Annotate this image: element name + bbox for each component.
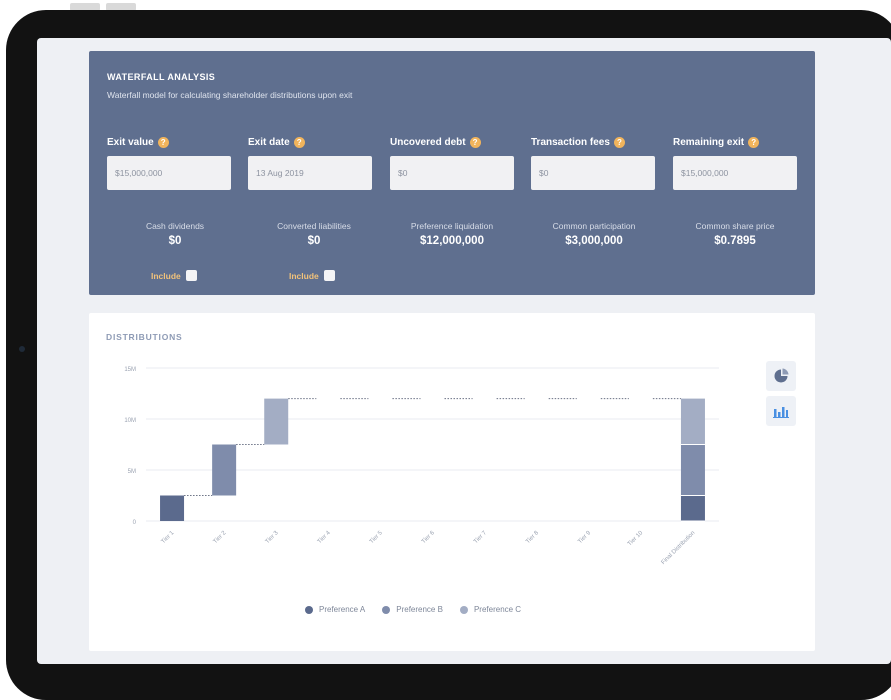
include-cash-dividends-toggle[interactable]: Include (151, 270, 197, 281)
uncovered-debt-field: Uncovered debt? (390, 137, 514, 190)
help-icon[interactable]: ? (613, 137, 625, 148)
legend-item[interactable]: Preference A (305, 605, 365, 614)
help-icon[interactable]: ? (748, 137, 760, 148)
distributions-card: DISTRIBUTIONS 0 5M 10M 15M Tier 1 Tier 2 Tier … (89, 313, 815, 651)
common-participation-stat: Common participation $3,000,000 (524, 221, 664, 247)
x-tick-label: Tier 5 (369, 530, 384, 545)
preference-liquidation-stat: Preference liquidation $12,000,000 (382, 221, 522, 247)
exit-date-field: Exit date? (248, 137, 372, 190)
legend-label: Preference A (319, 605, 366, 614)
legend-label: Preference B (396, 605, 443, 614)
stat-value: $12,000,000 (420, 235, 484, 247)
bar-segment (264, 398, 289, 445)
y-tick-label: 0 (133, 520, 137, 526)
stat-value: $0 (307, 235, 321, 247)
x-tick-label: Tier 6 (421, 530, 436, 545)
field-label: Remaining exit? (673, 137, 797, 148)
converted-liabilities-stat: Converted liabilities $0 (244, 221, 384, 247)
app-screen: WATERFALL ANALYSIS Waterfall model for c… (37, 38, 891, 664)
exit-value-field: Exit value? (107, 137, 231, 190)
help-icon[interactable]: ? (157, 137, 169, 148)
legend-item[interactable]: Preference C (459, 605, 522, 614)
exit-date-input[interactable] (248, 156, 372, 190)
legend-dot (382, 605, 391, 614)
stat-label: Cash dividends (145, 221, 205, 231)
stat-label: Preference liquidation (410, 221, 494, 231)
x-tick-label: Tier 10 (627, 530, 645, 548)
x-tick-label: Final Distribution (661, 530, 697, 566)
stat-label: Common share price (695, 221, 775, 231)
common-share-price-stat: Common share price $0.7895 (665, 221, 805, 247)
distribution-chart: 0 5M 10M 15M Tier 1 Tier 2 Tier 3 Tier 4 Tier 5 T… (124, 367, 719, 566)
card-title: WATERFALL ANALYSIS (107, 72, 216, 82)
stat-label: Converted liabilities (277, 221, 351, 231)
bar-chart-button[interactable] (766, 396, 796, 426)
x-tick-label: Tier 4 (317, 530, 332, 545)
bar-segment (212, 444, 237, 496)
y-tick-label: 10M (124, 418, 136, 424)
transaction-fees-input[interactable] (531, 156, 655, 190)
field-label: Exit value? (107, 137, 231, 148)
include-checkbox[interactable] (323, 270, 335, 281)
card-subtitle: Waterfall model for calculating sharehol… (107, 90, 353, 100)
include-label: Include (151, 270, 181, 281)
cash-dividends-stat: Cash dividends $0 (105, 221, 245, 247)
y-tick-label: 5M (128, 469, 136, 475)
include-checkbox[interactable] (185, 270, 197, 281)
x-tick-label: Tier 7 (473, 530, 488, 545)
bar-segment (160, 495, 185, 521)
exit-value-input[interactable] (107, 156, 231, 190)
uncovered-debt-input[interactable] (390, 156, 514, 190)
stat-value: $0 (168, 235, 182, 247)
stat-value: $0.7895 (714, 235, 756, 247)
bar-chart-icon (773, 407, 789, 418)
pie-chart-button[interactable] (766, 361, 796, 391)
help-icon[interactable]: ? (293, 137, 305, 148)
bar-segment (680, 444, 705, 496)
x-tick-label: Tier 1 (161, 530, 176, 545)
x-tick-label: Tier 9 (577, 530, 592, 545)
x-tick-label: Tier 8 (525, 530, 540, 545)
field-label: Exit date? (248, 137, 372, 148)
legend-dot (305, 605, 313, 614)
legend-dot (459, 605, 468, 614)
help-icon[interactable]: ? (469, 137, 481, 148)
x-tick-label: Tier 2 (213, 530, 228, 545)
pie-chart-icon (774, 368, 789, 383)
stat-value: $3,000,000 (565, 235, 623, 247)
legend-item[interactable]: Preference B (382, 605, 443, 614)
bar-segment (680, 495, 705, 521)
transaction-fees-field: Transaction fees? (531, 137, 655, 190)
include-converted-liabilities-toggle[interactable]: Include (289, 270, 335, 281)
y-tick-label: 15M (124, 367, 136, 373)
field-label: Uncovered debt? (390, 137, 514, 148)
waterfall-analysis-card: WATERFALL ANALYSIS Waterfall model for c… (89, 51, 815, 295)
x-tick-label: Tier 3 (265, 530, 280, 545)
chart-legend: Preference A Preference B Preference C (305, 605, 521, 614)
camera-icon (19, 346, 25, 352)
field-label: Transaction fees? (531, 137, 655, 148)
legend-label: Preference C (473, 605, 522, 614)
bar-segment (680, 398, 705, 445)
include-label: Include (289, 270, 319, 281)
remaining-exit-input[interactable] (673, 156, 797, 190)
remaining-exit-field: Remaining exit? (673, 137, 797, 190)
stat-label: Common participation (552, 221, 636, 231)
